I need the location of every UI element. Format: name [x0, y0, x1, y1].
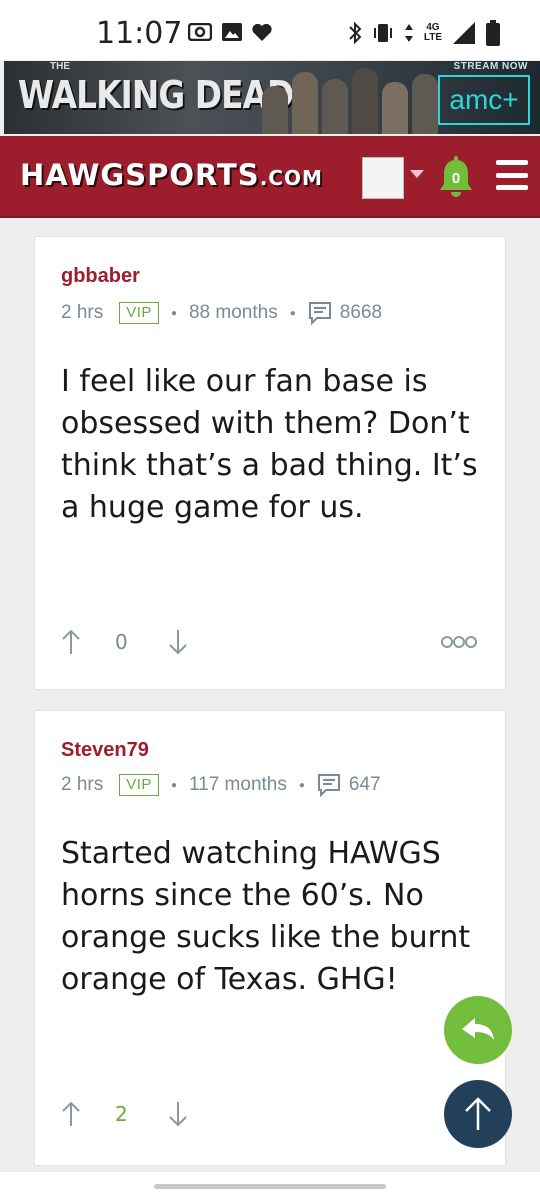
ad-brand-small: THE [50, 61, 70, 72]
post-username[interactable]: gbbaber [61, 265, 140, 288]
downvote-arrow-icon[interactable] [168, 629, 188, 655]
post-count-icon [308, 302, 331, 325]
post-body: Started watching HAWGS horns since the 6… [61, 836, 471, 997]
separator-dot: ● [170, 779, 177, 791]
vote-score: 2 [115, 1102, 128, 1126]
ad-banner[interactable]: THE WALKING DEAD STREAM NOW amc+ [4, 61, 540, 134]
hamburger-menu-icon[interactable] [496, 160, 528, 190]
status-time: 11:07 [96, 16, 183, 51]
more-options-icon[interactable] [441, 635, 477, 649]
site-logo[interactable]: HAWGSPORTS.COM [20, 158, 323, 192]
ad-cast-image [262, 65, 442, 134]
upvote-arrow-icon[interactable] [61, 629, 81, 655]
separator-dot: ● [298, 779, 305, 791]
ad-network-logo: amc+ [438, 75, 530, 125]
post-card: Steven79 2 hrs VIP ● 117 months ● 647 St… [34, 710, 506, 1166]
post-card: gbbaber 2 hrs VIP ● 88 months ● 8668 I f… [34, 236, 506, 690]
vip-badge: VIP [119, 774, 159, 796]
signal-icon [453, 22, 475, 44]
post-meta: 2 hrs VIP ● 88 months ● 8668 [61, 301, 382, 325]
post-time: 2 hrs [61, 302, 104, 323]
screencast-icon [188, 23, 212, 41]
vote-controls: 2 [61, 1101, 188, 1127]
status-right-icons: 4G LTE [348, 20, 500, 46]
vibrate-icon [373, 24, 392, 42]
upvote-arrow-icon[interactable] [61, 1101, 81, 1127]
post-meta: 2 hrs VIP ● 117 months ● 647 [61, 773, 381, 797]
vote-score: 0 [115, 630, 128, 654]
battery-icon [486, 20, 500, 46]
bluetooth-icon [349, 21, 362, 45]
image-icon [222, 23, 242, 41]
separator-dot: ● [289, 307, 296, 319]
post-count-icon [317, 774, 340, 797]
post-count: 8668 [339, 302, 383, 323]
member-tenure: 88 months [188, 302, 278, 323]
post-count: 647 [348, 774, 381, 795]
post-username[interactable]: Steven79 [61, 739, 149, 762]
chevron-down-icon[interactable] [410, 170, 424, 178]
status-left-icons [188, 23, 272, 41]
reply-button[interactable] [444, 996, 512, 1064]
scroll-to-top-button[interactable] [444, 1080, 512, 1148]
notification-bell-icon[interactable]: 0 [438, 154, 474, 200]
ad-cta: STREAM NOW [453, 61, 528, 72]
reply-icon [462, 1018, 494, 1040]
vip-badge: VIP [119, 302, 159, 324]
arrow-up-icon [465, 1097, 491, 1130]
home-indicator[interactable] [154, 1184, 386, 1189]
separator-dot: ● [170, 307, 177, 319]
member-tenure: 117 months [188, 774, 287, 795]
heart-icon [252, 23, 272, 41]
downvote-arrow-icon[interactable] [168, 1101, 188, 1127]
data-arrows-icon [404, 24, 413, 42]
network-type: 4G LTE [423, 22, 442, 43]
post-time: 2 hrs [61, 774, 104, 795]
vote-controls: 0 [61, 629, 188, 655]
user-avatar[interactable] [362, 157, 404, 199]
notification-count: 0 [452, 170, 460, 187]
post-body: I feel like our fan base is obsessed wit… [61, 364, 478, 525]
ad-title: WALKING DEAD [18, 73, 294, 117]
status-bar: 11:07 4G LTE [0, 0, 540, 60]
